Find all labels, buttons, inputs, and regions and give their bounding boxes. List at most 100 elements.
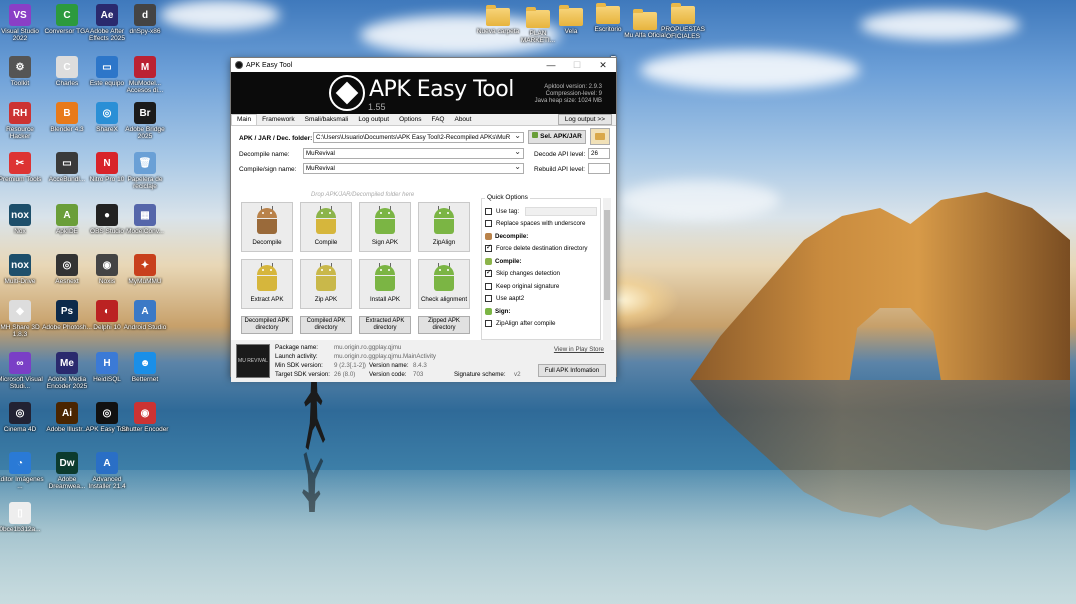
desktop-icon[interactable]: ✂ Premium Tools xyxy=(0,152,45,183)
desktop-icon[interactable]: A Advanced Installer 21.4 xyxy=(82,452,132,490)
tag-input[interactable] xyxy=(525,206,598,216)
tab-framework[interactable]: Framework xyxy=(257,115,300,125)
compiled-dir-button[interactable]: Compiled APK directory xyxy=(300,316,352,334)
use-aapt2-checkbox[interactable] xyxy=(485,295,492,303)
desktop-folder[interactable]: PROPUESTAS OFICIALES xyxy=(658,3,708,40)
version-code-label: Version code: xyxy=(369,371,407,378)
zipped-dir-button[interactable]: Zipped APK directory xyxy=(418,316,470,334)
scrollbar-thumb[interactable] xyxy=(604,210,610,300)
apktool-version: Apktool version: 2.9.3 xyxy=(544,84,602,90)
apk-logo-icon xyxy=(329,75,365,111)
app-shortcut-icon: ◔ xyxy=(9,452,31,474)
extracted-dir-button[interactable]: Extracted APK directory xyxy=(359,316,411,334)
skip-changes-row: Skip changes detection xyxy=(482,268,600,281)
app-shortcut-icon: ◉ xyxy=(96,254,118,276)
desktop-icon[interactable]: Br Adobe Bridge 2025 xyxy=(120,102,170,140)
zip-apk-button[interactable]: Zip APK xyxy=(300,259,352,309)
desktop-icon[interactable]: M MuModel... Accesos di... xyxy=(120,56,170,94)
keep-signature-row: Keep original signature xyxy=(482,280,600,293)
launch-label: Launch activity: xyxy=(275,353,318,360)
app-shortcut-icon: ✦ xyxy=(134,254,156,276)
desktop-icon[interactable]: ☻ Betternet xyxy=(120,352,170,383)
tab-smali[interactable]: Smali/baksmali xyxy=(300,115,354,125)
tab-main[interactable]: Main xyxy=(231,114,258,125)
compile-button[interactable]: Compile xyxy=(300,202,352,252)
zipalign-after-checkbox[interactable] xyxy=(485,320,492,328)
decompile-button[interactable]: Decompile xyxy=(241,202,293,252)
desktop-icon[interactable]: RH Resource Hacker xyxy=(0,102,45,140)
app-shortcut-icon: ◎ xyxy=(96,102,118,124)
desktop-icon[interactable]: ◉ Shutter Encoder xyxy=(120,402,170,433)
app-shortcut-icon: ◎ xyxy=(56,254,78,276)
log-output-button[interactable]: Log output >> xyxy=(557,114,612,125)
desktop-icon[interactable]: ▯ 0bce1b312a... xyxy=(0,502,45,533)
close-button[interactable]: ✕ xyxy=(590,60,616,71)
package-label: Package name: xyxy=(275,344,318,351)
desktop-icon[interactable]: ▦ ModelConv... xyxy=(120,204,170,235)
maximize-button[interactable]: ☐ xyxy=(564,60,590,71)
app-shortcut-icon: Ai xyxy=(56,402,78,424)
tab-faq[interactable]: FAQ xyxy=(426,115,449,125)
sign-apk-button[interactable]: Sign APK xyxy=(359,202,411,252)
apk-easy-tool-window: APK Easy Tool — ☐ ✕ APK Easy Tool 1.55 A… xyxy=(230,57,617,382)
open-folder-button[interactable] xyxy=(590,128,610,145)
decompile-robot-icon xyxy=(252,206,282,236)
android-icon xyxy=(532,132,539,138)
tab-options[interactable]: Options xyxy=(394,115,426,125)
desktop-icon[interactable]: ⚙ Toolkit xyxy=(0,56,45,87)
decode-api-label: Decode API level: xyxy=(534,151,586,158)
quick-options-scrollbar[interactable] xyxy=(603,198,611,340)
desktop-icon-label: Cinema 4D xyxy=(3,426,37,433)
install-apk-button[interactable]: Install APK xyxy=(359,259,411,309)
desktop-icon-label: MuModel... Accesos di... xyxy=(126,80,164,94)
desktop-icon[interactable]: d dnSpy-x86 xyxy=(120,4,170,35)
tab-log-output[interactable]: Log output xyxy=(353,115,394,125)
zip-robot-icon xyxy=(311,263,341,293)
full-apk-info-button[interactable]: Full APK Infomation xyxy=(538,364,606,377)
check-alignment-button[interactable]: Check alignment xyxy=(418,259,470,309)
rebuild-api-label: Rebuild API level: xyxy=(534,166,585,173)
zipalign-after-label: ZipAlign after compile xyxy=(496,320,556,328)
cloud xyxy=(160,0,280,30)
play-store-link[interactable]: View in Play Store xyxy=(554,346,604,353)
tab-bar: Main Framework Smali/baksmali Log output… xyxy=(231,114,616,126)
app-shortcut-icon: ▭ xyxy=(96,56,118,78)
compile-name-input[interactable]: MuRevival xyxy=(303,163,524,174)
select-apk-button[interactable]: Sel. APK/JAR xyxy=(528,130,586,144)
app-shortcut-icon: ▯ xyxy=(9,502,31,524)
skip-changes-checkbox[interactable] xyxy=(485,268,492,278)
cloud xyxy=(640,50,860,90)
decompile-name-input[interactable]: MuRevival xyxy=(303,148,524,159)
decompile-name-label: Decompile name: xyxy=(239,151,290,158)
force-delete-checkbox[interactable] xyxy=(485,243,492,253)
tab-about[interactable]: About xyxy=(449,115,476,125)
zipalign-button[interactable]: ZipAlign xyxy=(418,202,470,252)
desktop-icon[interactable]: ∞ Microsoft Visual Studi... xyxy=(0,352,45,390)
desktop-icon[interactable]: nox Multi-Drive xyxy=(0,254,45,285)
replace-spaces-checkbox[interactable] xyxy=(485,220,492,228)
keep-signature-checkbox[interactable] xyxy=(485,282,492,290)
extract-apk-button[interactable]: Extract APK xyxy=(241,259,293,309)
app-shortcut-icon: ▦ xyxy=(134,204,156,226)
rebuild-api-input[interactable] xyxy=(588,163,610,174)
use-tag-label: Use tag: xyxy=(496,207,520,215)
desktop-icon[interactable]: ✦ MyMuMMU xyxy=(120,254,170,285)
desktop-icon-label: Adobe Bridge 2025 xyxy=(125,126,165,140)
title-bar[interactable]: APK Easy Tool — ☐ ✕ xyxy=(231,58,616,72)
desktop-icon-label: Microsoft Visual Studi... xyxy=(0,376,43,390)
decompiled-dir-button[interactable]: Decompiled APK directory xyxy=(241,316,293,334)
desktop-icon[interactable]: ◆ MH Share 3D 1.8.3 xyxy=(0,300,45,338)
compile-label: Compile xyxy=(314,239,338,246)
desktop-icon-label: Advanced Installer 21.4 xyxy=(88,476,126,490)
desktop-icon[interactable]: ◔ Editor Imágenes ... xyxy=(0,452,45,490)
desktop-icon[interactable]: nox Nox xyxy=(0,204,45,235)
minimize-button[interactable]: — xyxy=(538,60,564,70)
banner-version: 1.55 xyxy=(368,102,386,112)
desktop-icon[interactable]: VS Visual Studio 2022 xyxy=(0,4,45,42)
decode-api-input[interactable]: 26 xyxy=(588,148,610,159)
desktop-icon[interactable]: ◎ Cinema 4D xyxy=(0,402,45,433)
desktop-icon[interactable]: 🗑 Papelera de reciclaje xyxy=(120,152,170,190)
use-tag-checkbox[interactable] xyxy=(485,207,492,215)
desktop-icon[interactable]: A Android Studio xyxy=(120,300,170,331)
apk-path-input[interactable]: C:\Users\Usuario\Documents\APK Easy Tool… xyxy=(313,132,524,143)
